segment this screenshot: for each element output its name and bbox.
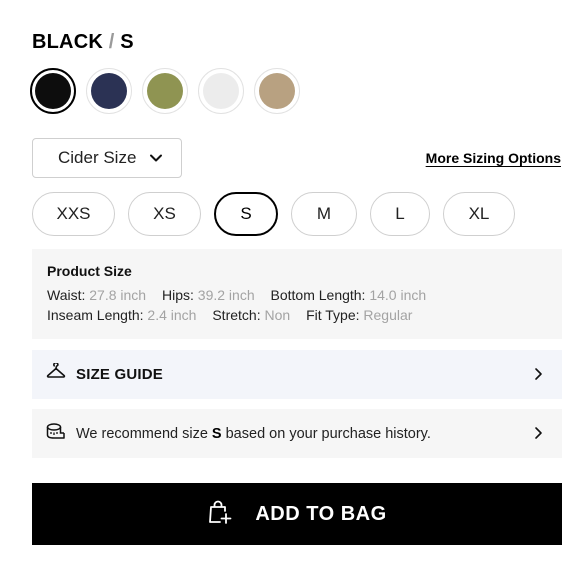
selection-title: BLACK / S [32,31,134,54]
size-guide-row[interactable]: SIZE GUIDE [32,350,562,399]
hanger-icon [46,361,66,386]
size-option-xxs[interactable]: XXS [32,192,115,236]
size-option-label: L [395,204,405,223]
size-option-label: XS [153,204,176,223]
fit-type-value: Regular [363,307,413,323]
product-size-row-2: Inseam Length: 2.4 inch Stretch: Non Fit… [47,305,547,325]
size-option-label: M [316,204,332,223]
size-option-xs[interactable]: XS [128,192,201,236]
swatch-khaki-fill [259,73,295,109]
swatch-navy[interactable] [86,68,132,114]
title-separator: / [108,31,115,53]
swatch-black-fill [35,73,71,109]
swatch-olive[interactable] [142,68,188,114]
hips-label: Hips: [161,287,194,303]
chevron-down-icon [149,150,163,170]
product-size-title: Product Size [47,263,132,279]
recommended-size: S [211,425,222,442]
swatch-navy-fill [91,73,127,109]
bottom-length-label: Bottom Length: [270,287,366,303]
product-size-panel: Product Size Waist: 27.8 inch Hips: 39.2… [32,249,562,339]
chevron-right-icon [532,426,544,445]
size-option-s[interactable]: S [214,192,278,236]
size-system-label: Cider Size [58,148,137,167]
selected-color-name: BLACK [32,31,103,53]
size-option-xl[interactable]: XL [443,192,515,236]
selected-size-name: S [120,31,134,53]
recommendation-prefix: We recommend size [76,425,212,442]
size-option-l[interactable]: L [370,192,430,236]
chevron-right-icon [532,367,544,386]
add-to-bag-label: ADD TO BAG [255,502,387,525]
recommendation-suffix: based on your purchase history. [221,425,431,442]
recommendation-text: We recommend size S based on your purcha… [76,426,431,442]
add-to-bag-button[interactable]: ADD TO BAG [32,483,562,545]
waist-label: Waist: [47,287,86,303]
inseam-value: 2.4 inch [147,307,197,323]
size-options: XXS XS S M L XL [32,192,515,236]
color-swatches [30,68,300,114]
size-guide-label: SIZE GUIDE [76,366,164,383]
swatch-white-fill [203,73,239,109]
swatch-khaki[interactable] [254,68,300,114]
more-sizing-options-link[interactable]: More Sizing Options [426,150,561,166]
swatch-white[interactable] [198,68,244,114]
tape-measure-icon [46,422,66,445]
inseam-label: Inseam Length: [47,307,144,323]
size-option-label: XL [468,204,490,223]
shopping-bag-plus-icon [207,499,233,530]
size-option-m[interactable]: M [291,192,357,236]
fit-type-label: Fit Type: [306,307,360,323]
size-recommendation-row[interactable]: We recommend size S based on your purcha… [32,409,562,458]
stretch-label: Stretch: [212,307,261,323]
waist-value: 27.8 inch [89,287,147,303]
product-size-row-1: Waist: 27.8 inch Hips: 39.2 inch Bottom … [47,285,547,305]
stretch-value: Non [264,307,291,323]
size-system-dropdown[interactable]: Cider Size [32,138,182,178]
swatch-black[interactable] [30,68,76,114]
swatch-olive-fill [147,73,183,109]
bottom-length-value: 14.0 inch [369,287,427,303]
size-option-label: S [240,204,252,223]
hips-value: 39.2 inch [197,287,255,303]
size-option-label: XXS [56,204,91,223]
